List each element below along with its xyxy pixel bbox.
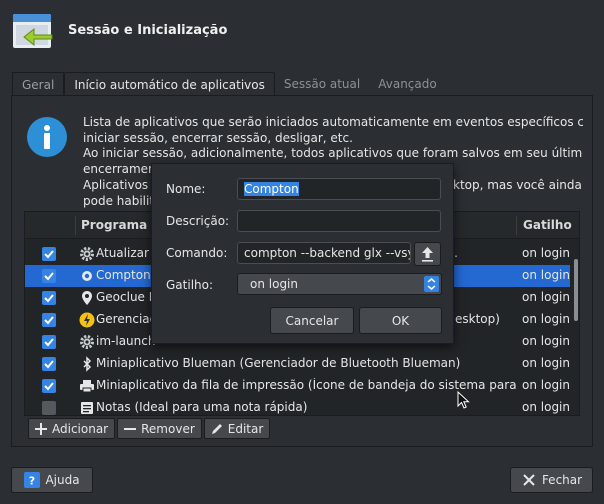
scrollbar-thumb[interactable] [574, 259, 578, 321]
enable-checkbox[interactable] [42, 401, 56, 415]
scrollbar[interactable] [570, 239, 579, 415]
mouse-cursor-icon [457, 391, 470, 409]
close-button-label: Fechar [541, 473, 583, 487]
name-field[interactable]: Compton [237, 178, 441, 200]
trigger-value: on login [522, 268, 570, 282]
help-button[interactable]: ? Ajuda [11, 467, 93, 493]
tab-general[interactable]: Geral [12, 72, 65, 96]
column-program[interactable]: Programa [81, 218, 147, 232]
program-name: Notas (Ideal para uma nota rápida) [96, 400, 308, 414]
list-item[interactable]: Miniaplicativo Blueman (Gerenciador de B… [25, 353, 570, 375]
trigger-value: on login [522, 312, 570, 326]
program-name: Miniaplicativo da fila de impressão (Íco… [96, 378, 516, 392]
help-button-label: Ajuda [45, 473, 80, 487]
bluetooth-icon [79, 356, 95, 372]
browse-button[interactable] [414, 242, 441, 266]
enable-checkbox[interactable] [42, 357, 56, 371]
column-divider [75, 216, 76, 235]
trigger-value: on login [522, 290, 570, 304]
add-button[interactable]: Adicionar [28, 418, 116, 439]
list-toolbar: Adicionar Remover Editar [28, 418, 271, 439]
location-pin-icon [79, 290, 95, 306]
name-field-value: Compton [244, 182, 299, 196]
tab-autostart[interactable]: Início automático de aplicativos [64, 72, 275, 96]
description-label: Descrição: [166, 214, 230, 228]
program-name-tail: esktop) [455, 312, 500, 326]
info-line-tail: ktop, mas você ainda [453, 177, 582, 192]
remove-button-label: Remover [141, 421, 195, 436]
help-icon: ? [24, 472, 41, 488]
printer-icon [79, 378, 95, 394]
name-label: Nome: [166, 182, 206, 196]
gear-icon [79, 246, 95, 262]
enable-checkbox[interactable] [42, 379, 56, 393]
svg-text:?: ? [29, 475, 35, 488]
trigger-value: on login [522, 400, 570, 414]
enable-checkbox[interactable] [42, 247, 56, 261]
tab-current-session[interactable]: Sessão atual [275, 72, 369, 96]
window-title: Sessão e Inicialização [68, 23, 228, 38]
session-startup-icon [12, 12, 54, 52]
info-line: iniciar sessão, encerrar sessão, desliga… [83, 130, 353, 145]
command-field[interactable]: compton --backend glx --vsy [237, 242, 411, 264]
edit-application-dialog: Nome: Compton Descrição: Comando: compto… [151, 163, 454, 344]
trigger-label: Gatilho: [166, 278, 214, 292]
info-line: Lista de aplicativos que serão iniciados… [83, 115, 583, 129]
trigger-value: on login [522, 246, 570, 260]
list-item[interactable]: Miniaplicativo da fila de impressão (Íco… [25, 375, 570, 397]
program-name: Miniaplicativo Blueman (Gerenciador de B… [96, 356, 461, 370]
close-icon [523, 474, 535, 486]
list-item[interactable]: Notas (Ideal para uma nota rápida) on lo… [25, 397, 570, 415]
power-manager-icon [79, 312, 95, 328]
chevron-updown-icon [424, 276, 439, 292]
command-label: Comando: [166, 246, 228, 260]
column-divider [516, 216, 517, 235]
title-bar: Sessão e Inicialização [0, 0, 604, 64]
plus-icon [35, 422, 47, 435]
minus-icon [124, 427, 137, 430]
notes-icon [79, 400, 95, 415]
trigger-select-value: on login [250, 277, 298, 291]
info-icon [27, 117, 67, 157]
tab-bar: Geral Início automático de aplicativos S… [12, 72, 446, 96]
trigger-value: on login [522, 378, 570, 392]
upload-icon [422, 247, 433, 262]
trigger-select[interactable]: on login [237, 273, 442, 295]
ok-button[interactable]: OK [359, 307, 442, 334]
info-line: Ao iniciar sessão, adicionalmente, todos… [83, 146, 583, 161]
close-button[interactable]: Fechar [510, 467, 593, 493]
enable-checkbox[interactable] [42, 313, 56, 327]
add-button-label: Adicionar [52, 421, 109, 436]
edit-button[interactable]: Editar [203, 418, 271, 439]
cancel-button[interactable]: Cancelar [270, 307, 354, 334]
edit-button-label: Editar [227, 421, 264, 436]
column-trigger[interactable]: Gatilho [523, 218, 572, 232]
trigger-value: on login [522, 356, 570, 370]
enable-checkbox[interactable] [42, 291, 56, 305]
pencil-icon [211, 423, 222, 434]
enable-checkbox[interactable] [42, 269, 56, 283]
description-field[interactable] [237, 210, 441, 232]
compton-icon [79, 268, 95, 284]
trigger-value: on login [522, 334, 570, 348]
tab-advanced[interactable]: Avançado [369, 72, 445, 96]
remove-button[interactable]: Remover [117, 418, 202, 439]
enable-checkbox[interactable] [42, 335, 56, 349]
gear-icon [79, 334, 95, 350]
